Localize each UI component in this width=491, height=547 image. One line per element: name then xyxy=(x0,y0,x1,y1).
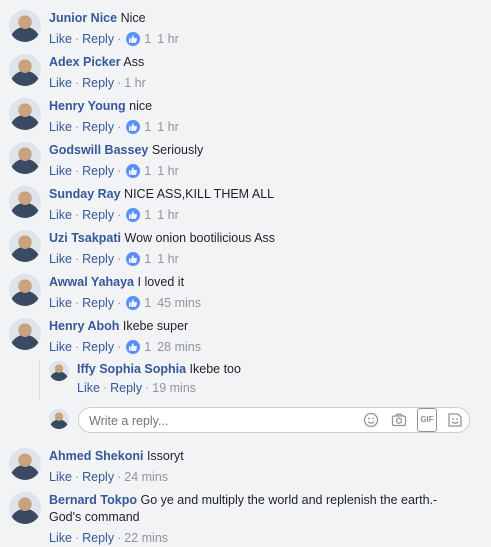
avatar[interactable] xyxy=(9,318,41,350)
reply-button[interactable]: Reply xyxy=(82,208,114,222)
comment-author[interactable]: Awwal Yahaya xyxy=(49,275,134,289)
reply-button[interactable]: Reply xyxy=(82,76,114,90)
like-count-icon[interactable] xyxy=(126,32,141,46)
comment-author[interactable]: Henry Young xyxy=(49,99,126,113)
like-count[interactable]: 1 xyxy=(144,120,151,134)
reply-button[interactable]: Reply xyxy=(82,164,114,178)
comment-text: Wow onion bootilicious Ass xyxy=(124,231,276,245)
comment-text: Seriously xyxy=(151,143,204,157)
like-button[interactable]: Like xyxy=(49,120,72,134)
reply-button[interactable]: Reply xyxy=(82,32,114,46)
comment-author[interactable]: Adex Picker xyxy=(49,55,121,69)
comment-text: NICE ASS,KILL THEM ALL xyxy=(124,187,275,201)
reply-button[interactable]: Reply xyxy=(82,296,114,310)
comment-author[interactable]: Bernard Tokpo xyxy=(49,493,137,507)
avatar[interactable] xyxy=(9,10,41,42)
comment-text: nice xyxy=(129,99,153,113)
like-count[interactable]: 1 xyxy=(144,252,151,266)
avatar[interactable] xyxy=(9,448,41,480)
timestamp[interactable]: 1 hr xyxy=(157,32,179,46)
reply-button[interactable]: Reply xyxy=(82,252,114,266)
timestamp[interactable]: 1 hr xyxy=(157,208,179,222)
reply-button[interactable]: Reply xyxy=(82,531,114,545)
timestamp[interactable]: 1 hr xyxy=(157,252,179,266)
like-button[interactable]: Like xyxy=(49,340,72,354)
comment-author[interactable]: Henry Aboh xyxy=(49,319,119,333)
comment-text: Nice xyxy=(120,11,146,25)
avatar[interactable] xyxy=(9,274,41,306)
timestamp[interactable]: 45 mins xyxy=(157,296,201,310)
reply-button[interactable]: Reply xyxy=(82,340,114,354)
like-button[interactable]: Like xyxy=(49,296,72,310)
timestamp[interactable]: 1 hr xyxy=(157,120,179,134)
like-button[interactable]: Like xyxy=(49,164,72,178)
reply-button[interactable]: Reply xyxy=(82,120,114,134)
gif-icon[interactable]: GIF xyxy=(417,408,437,432)
comment-text: Ikebe super xyxy=(122,319,189,333)
avatar[interactable] xyxy=(9,98,41,130)
like-count-icon[interactable] xyxy=(126,340,141,354)
reply-thread-line xyxy=(39,360,40,400)
reply-composer[interactable]: GIF xyxy=(78,407,470,433)
comment-author[interactable]: Ahmed Shekoni xyxy=(49,449,143,463)
emoji-icon[interactable] xyxy=(361,410,381,430)
reply-author[interactable]: Iffy Sophia Sophia xyxy=(77,362,186,376)
timestamp[interactable]: 24 mins xyxy=(124,470,168,484)
reply-text: Ikebe too xyxy=(189,362,241,376)
comment-author[interactable]: Sunday Ray xyxy=(49,187,121,201)
timestamp[interactable]: 19 mins xyxy=(152,381,196,395)
reply-button[interactable]: Reply xyxy=(110,381,142,395)
like-count-icon[interactable] xyxy=(126,120,141,134)
reply-button[interactable]: Reply xyxy=(82,470,114,484)
like-button[interactable]: Like xyxy=(49,252,72,266)
avatar[interactable] xyxy=(9,230,41,262)
avatar[interactable] xyxy=(49,361,69,381)
like-count-icon[interactable] xyxy=(126,208,141,222)
timestamp[interactable]: 1 hr xyxy=(157,164,179,178)
like-button[interactable]: Like xyxy=(49,470,72,484)
reply-input[interactable] xyxy=(87,411,341,431)
like-count-icon[interactable] xyxy=(126,164,141,178)
like-count[interactable]: 1 xyxy=(144,164,151,178)
comment-text: Issoryt xyxy=(146,449,184,463)
comment-author[interactable]: Godswill Bassey xyxy=(49,143,148,157)
avatar[interactable] xyxy=(9,186,41,218)
like-count-icon[interactable] xyxy=(126,252,141,266)
comment-text: I loved it xyxy=(137,275,185,289)
like-button[interactable]: Like xyxy=(77,381,100,395)
like-button[interactable]: Like xyxy=(49,208,72,222)
comment-text: Ass xyxy=(123,55,145,69)
timestamp[interactable]: 1 hr xyxy=(124,76,146,90)
like-button[interactable]: Like xyxy=(49,76,72,90)
comment-author[interactable]: Junior Nice xyxy=(49,11,117,25)
like-count[interactable]: 1 xyxy=(144,32,151,46)
like-count[interactable]: 1 xyxy=(144,340,151,354)
comment-author[interactable]: Uzi Tsakpati xyxy=(49,231,121,245)
like-button[interactable]: Like xyxy=(49,32,72,46)
timestamp[interactable]: 22 mins xyxy=(124,531,168,545)
like-count[interactable]: 1 xyxy=(144,296,151,310)
like-button[interactable]: Like xyxy=(49,531,72,545)
sticker-icon[interactable] xyxy=(445,410,465,430)
avatar[interactable] xyxy=(9,54,41,86)
current-user-avatar xyxy=(49,409,69,429)
avatar[interactable] xyxy=(9,492,41,524)
like-count-icon[interactable] xyxy=(126,296,141,310)
timestamp[interactable]: 28 mins xyxy=(157,340,201,354)
avatar[interactable] xyxy=(9,142,41,174)
camera-icon[interactable] xyxy=(389,410,409,430)
like-count[interactable]: 1 xyxy=(144,208,151,222)
